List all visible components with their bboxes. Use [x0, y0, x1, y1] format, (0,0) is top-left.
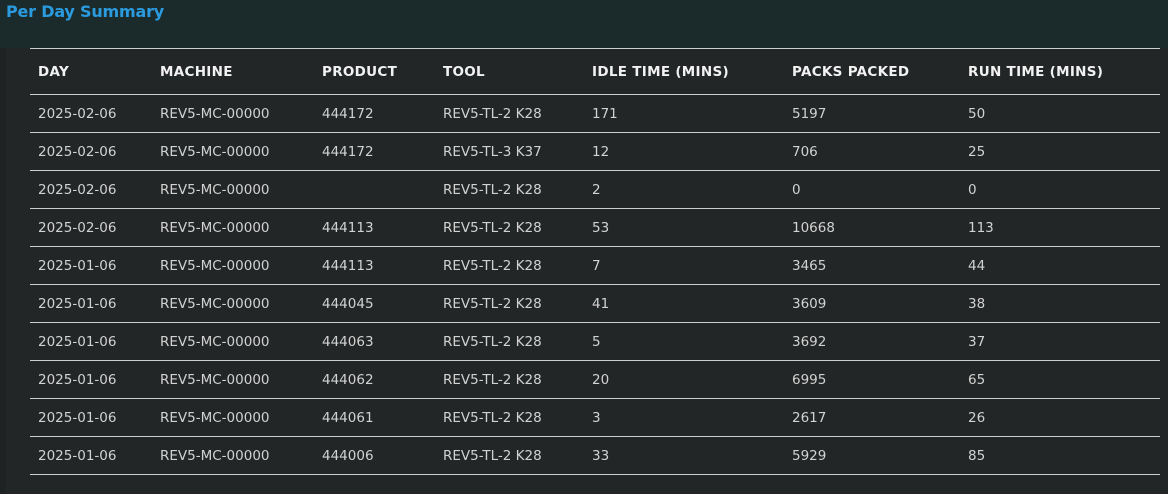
- cell-packs-packed: 3609: [784, 284, 960, 323]
- cell-idle-time: 41: [584, 284, 784, 323]
- cell-packs-packed: 10668: [784, 208, 960, 247]
- table-body: 2025-02-06 REV5-MC-00000 444172 REV5-TL-2 K…: [30, 94, 1160, 475]
- cell-machine: REV5-MC-00000: [152, 398, 314, 437]
- cell-day: 2025-01-06: [30, 398, 152, 437]
- cell-day: 2025-02-06: [30, 94, 152, 133]
- cell-idle-time: 33: [584, 436, 784, 475]
- table-row[interactable]: 2025-01-06 REV5-MC-00000 444061 REV5-TL-2 K…: [30, 398, 1160, 437]
- cell-packs-packed: 0: [784, 170, 960, 209]
- cell-product: 444172: [314, 132, 435, 171]
- cell-day: 2025-01-06: [30, 322, 152, 361]
- table-row[interactable]: 2025-02-06 REV5-MC-00000 REV5-TL-2 K28 2 0 0: [30, 170, 1160, 209]
- cell-product: 444063: [314, 322, 435, 361]
- cell-tool: REV5-TL-2 K28: [435, 208, 584, 247]
- column-header-packs-packed[interactable]: PACKS PACKED: [784, 48, 960, 95]
- table-row[interactable]: 2025-01-06 REV5-MC-00000 444062 REV5-TL-2 K…: [30, 360, 1160, 399]
- cell-run-time: 37: [960, 322, 1160, 361]
- cell-packs-packed: 2617: [784, 398, 960, 437]
- per-day-summary-table: DAY MACHINE PRODUCT TOOL IDLE TIME (MINS…: [30, 48, 1160, 475]
- cell-run-time: 85: [960, 436, 1160, 475]
- cell-run-time: 65: [960, 360, 1160, 399]
- cell-product: 444113: [314, 208, 435, 247]
- cell-machine: REV5-MC-00000: [152, 94, 314, 133]
- cell-product: 444006: [314, 436, 435, 475]
- cell-day: 2025-02-06: [30, 170, 152, 209]
- cell-machine: REV5-MC-00000: [152, 436, 314, 475]
- cell-packs-packed: 6995: [784, 360, 960, 399]
- cell-idle-time: 20: [584, 360, 784, 399]
- cell-tool: REV5-TL-2 K28: [435, 322, 584, 361]
- panel-edge: [0, 48, 6, 494]
- cell-run-time: 0: [960, 170, 1160, 209]
- cell-machine: REV5-MC-00000: [152, 208, 314, 247]
- table-row[interactable]: 2025-01-06 REV5-MC-00000 444045 REV5-TL-2 K…: [30, 284, 1160, 323]
- column-header-run-time[interactable]: RUN TIME (MINS): [960, 48, 1160, 95]
- cell-day: 2025-01-06: [30, 436, 152, 475]
- cell-product: 444062: [314, 360, 435, 399]
- table-row[interactable]: 2025-02-06 REV5-MC-00000 444172 REV5-TL-3 K…: [30, 132, 1160, 171]
- column-header-machine[interactable]: MACHINE: [152, 48, 314, 95]
- column-header-tool[interactable]: TOOL: [435, 48, 584, 95]
- cell-idle-time: 2: [584, 170, 784, 209]
- cell-packs-packed: 5929: [784, 436, 960, 475]
- cell-run-time: 38: [960, 284, 1160, 323]
- cell-packs-packed: 5197: [784, 94, 960, 133]
- cell-tool: REV5-TL-2 K28: [435, 94, 584, 133]
- cell-idle-time: 12: [584, 132, 784, 171]
- table-row[interactable]: 2025-01-06 REV5-MC-00000 444006 REV5-TL-2 K…: [30, 436, 1160, 475]
- cell-run-time: 50: [960, 94, 1160, 133]
- cell-day: 2025-01-06: [30, 360, 152, 399]
- cell-product: 444113: [314, 246, 435, 285]
- cell-idle-time: 171: [584, 94, 784, 133]
- table-row[interactable]: 2025-01-06 REV5-MC-00000 444063 REV5-TL-2 K…: [30, 322, 1160, 361]
- column-header-product[interactable]: PRODUCT: [314, 48, 435, 95]
- table-header-row: DAY MACHINE PRODUCT TOOL IDLE TIME (MINS…: [30, 48, 1160, 95]
- cell-product: 444045: [314, 284, 435, 323]
- cell-product: 444172: [314, 94, 435, 133]
- cell-packs-packed: 3465: [784, 246, 960, 285]
- table-row[interactable]: 2025-02-06 REV5-MC-00000 444172 REV5-TL-2 K…: [30, 94, 1160, 133]
- cell-idle-time: 3: [584, 398, 784, 437]
- cell-packs-packed: 3692: [784, 322, 960, 361]
- cell-day: 2025-01-06: [30, 284, 152, 323]
- cell-machine: REV5-MC-00000: [152, 170, 314, 209]
- table-row[interactable]: 2025-01-06 REV5-MC-00000 444113 REV5-TL-2 K…: [30, 246, 1160, 285]
- page-title: Per Day Summary: [6, 2, 165, 21]
- column-header-day[interactable]: DAY: [30, 48, 152, 95]
- cell-day: 2025-02-06: [30, 132, 152, 171]
- cell-machine: REV5-MC-00000: [152, 284, 314, 323]
- cell-day: 2025-01-06: [30, 246, 152, 285]
- cell-idle-time: 7: [584, 246, 784, 285]
- cell-run-time: 113: [960, 208, 1160, 247]
- column-header-idle-time[interactable]: IDLE TIME (MINS): [584, 48, 784, 95]
- cell-day: 2025-02-06: [30, 208, 152, 247]
- cell-machine: REV5-MC-00000: [152, 322, 314, 361]
- cell-product: [314, 170, 435, 209]
- cell-tool: REV5-TL-2 K28: [435, 436, 584, 475]
- cell-idle-time: 53: [584, 208, 784, 247]
- cell-tool: REV5-TL-2 K28: [435, 398, 584, 437]
- cell-idle-time: 5: [584, 322, 784, 361]
- cell-run-time: 26: [960, 398, 1160, 437]
- cell-product: 444061: [314, 398, 435, 437]
- cell-tool: REV5-TL-2 K28: [435, 360, 584, 399]
- cell-machine: REV5-MC-00000: [152, 360, 314, 399]
- cell-tool: REV5-TL-2 K28: [435, 246, 584, 285]
- cell-tool: REV5-TL-2 K28: [435, 170, 584, 209]
- cell-tool: REV5-TL-2 K28: [435, 284, 584, 323]
- cell-packs-packed: 706: [784, 132, 960, 171]
- cell-run-time: 25: [960, 132, 1160, 171]
- table-row[interactable]: 2025-02-06 REV5-MC-00000 444113 REV5-TL-2 K…: [30, 208, 1160, 247]
- cell-tool: REV5-TL-3 K37: [435, 132, 584, 171]
- cell-machine: REV5-MC-00000: [152, 246, 314, 285]
- cell-machine: REV5-MC-00000: [152, 132, 314, 171]
- cell-run-time: 44: [960, 246, 1160, 285]
